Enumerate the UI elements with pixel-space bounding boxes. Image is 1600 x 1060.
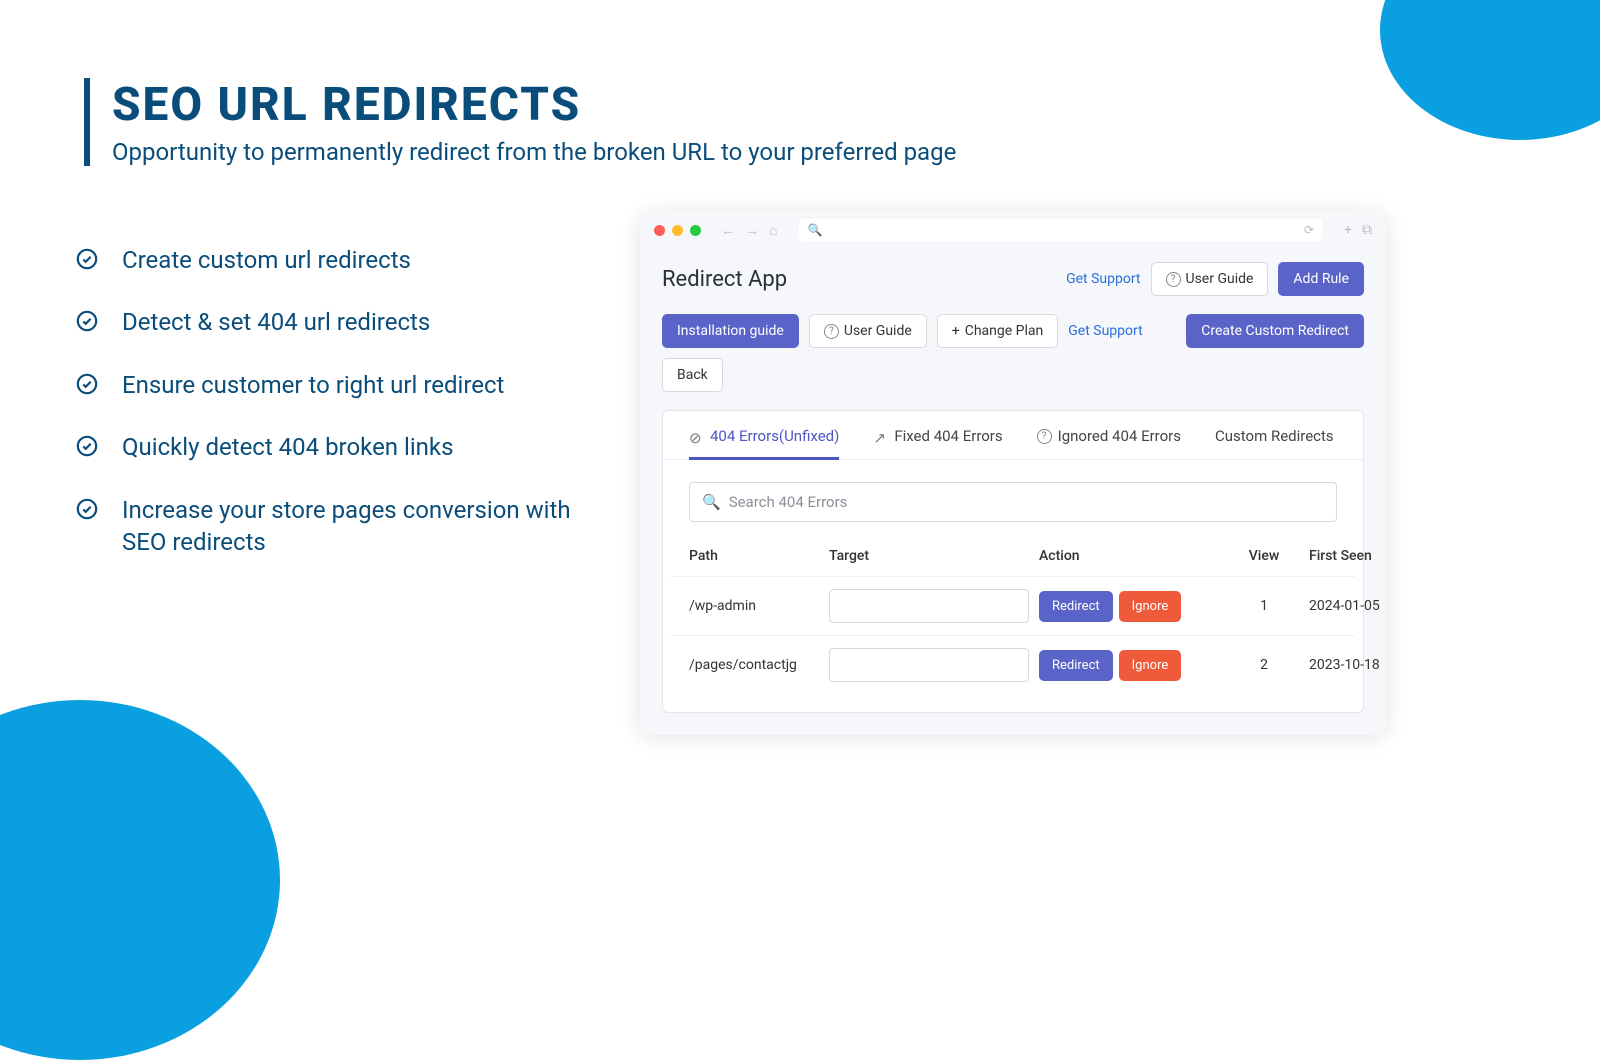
table-row: /pages/contactjg Redirect Ignore 2 2023-… [671,635,1355,694]
back-icon[interactable]: ← [721,222,735,239]
errors-card: ⊘ 404 Errors(Unfixed) ↗ Fixed 404 Errors ?… [662,410,1364,713]
tab-fixed-label: Fixed 404 Errors [894,427,1002,445]
help-icon: ? [1166,272,1181,287]
cell-path: /wp-admin [689,598,819,614]
app-header: Redirect App Get Support ? User Guide Add… [640,248,1386,314]
table-header: Path Target Action View First Seen [671,536,1355,576]
feature-item: Ensure customer to right url redirect [76,369,576,401]
browser-chrome: ← → ⌂ 🔍 ⟳ + ⧉ [640,212,1386,248]
get-support-link-2[interactable]: Get Support [1068,323,1142,339]
url-bar[interactable]: 🔍 ⟳ [799,219,1322,241]
ignore-button[interactable]: Ignore [1119,591,1182,622]
search-icon: 🔍 [702,493,721,511]
feature-item: Increase your store pages conversion wit… [76,494,576,559]
close-dot[interactable] [654,225,665,236]
tab-unfixed[interactable]: ⊘ 404 Errors(Unfixed) [689,427,839,459]
check-icon [76,498,98,520]
nav-controls: ← → ⌂ [721,222,777,239]
add-rule-button[interactable]: Add Rule [1278,262,1364,296]
decorative-blob-top-right [1380,0,1600,140]
col-view: View [1229,548,1299,564]
copy-icon[interactable]: ⧉ [1362,222,1372,238]
link-icon: ↗ [873,429,888,444]
page-title: SEO URL REDIRECTS [112,78,956,132]
feature-list: Create custom url redirects Detect & set… [76,244,576,588]
search-input[interactable]: 🔍 Search 404 Errors [689,482,1337,522]
target-input[interactable] [829,589,1029,623]
feature-item: Create custom url redirects [76,244,576,276]
traffic-lights [654,225,701,236]
add-tab-icon[interactable]: + [1344,222,1352,238]
check-icon [76,248,98,270]
toolbar: Installation guide ? User Guide + Change P… [640,314,1386,410]
tab-fixed[interactable]: ↗ Fixed 404 Errors [873,427,1002,459]
feature-text: Ensure customer to right url redirect [122,369,504,401]
search-icon: 🔍 [807,223,822,237]
redirect-button[interactable]: Redirect [1039,650,1113,681]
feature-text: Increase your store pages conversion wit… [122,494,576,559]
cell-first-seen: 2023-10-18 [1309,657,1386,673]
col-target: Target [829,548,1029,564]
errors-table: Path Target Action View First Seen /wp-a… [671,536,1355,694]
help-icon: ? [824,324,839,339]
cell-path: /pages/contactjg [689,657,819,673]
window-controls: + ⧉ [1344,222,1372,238]
help-icon: ? [1037,429,1052,444]
decorative-blob-bottom-left [0,700,280,1060]
feature-item: Quickly detect 404 broken links [76,431,576,463]
home-icon[interactable]: ⌂ [769,222,777,239]
col-first-seen: First Seen [1309,548,1386,564]
tab-ignored-label: Ignored 404 Errors [1058,427,1181,445]
tabs: ⊘ 404 Errors(Unfixed) ↗ Fixed 404 Errors ?… [663,411,1363,460]
tab-unfixed-label: 404 Errors(Unfixed) [710,427,839,445]
tab-custom-label: Custom Redirects [1215,427,1334,445]
back-button[interactable]: Back [662,358,723,392]
change-plan-label: Change Plan [965,323,1044,339]
check-icon [76,435,98,457]
search-wrap: 🔍 Search 404 Errors [689,482,1337,522]
user-guide-button-2[interactable]: ? User Guide [809,314,927,348]
tab-ignored[interactable]: ? Ignored 404 Errors [1037,427,1181,459]
check-icon [76,310,98,332]
hero-section: SEO URL REDIRECTS Opportunity to permane… [84,78,956,166]
user-guide-button[interactable]: ? User Guide [1151,262,1269,296]
maximize-dot[interactable] [690,225,701,236]
user-guide-label-2: User Guide [844,323,912,339]
app-window: ← → ⌂ 🔍 ⟳ + ⧉ Redirect App Get Support ?… [640,212,1386,735]
table-row: /wp-admin Redirect Ignore 1 2024-01-05 [671,576,1355,635]
col-path: Path [689,548,819,564]
slash-circle-icon: ⊘ [689,429,704,444]
user-guide-label: User Guide [1186,271,1254,287]
redirect-button[interactable]: Redirect [1039,591,1113,622]
header-actions: Get Support ? User Guide Add Rule [1066,262,1364,296]
minimize-dot[interactable] [672,225,683,236]
feature-text: Detect & set 404 url redirects [122,306,430,338]
get-support-link[interactable]: Get Support [1066,271,1140,287]
plus-icon: + [952,323,960,339]
create-custom-redirect-button[interactable]: Create Custom Redirect [1186,314,1364,348]
feature-text: Create custom url redirects [122,244,411,276]
page-subtitle: Opportunity to permanently redirect from… [112,138,956,166]
search-placeholder: Search 404 Errors [729,493,848,511]
feature-text: Quickly detect 404 broken links [122,431,453,463]
forward-icon[interactable]: → [745,222,759,239]
cell-first-seen: 2024-01-05 [1309,598,1386,614]
cell-view: 2 [1229,657,1299,673]
app-title: Redirect App [662,267,787,292]
target-input[interactable] [829,648,1029,682]
cell-view: 1 [1229,598,1299,614]
ignore-button[interactable]: Ignore [1119,650,1182,681]
feature-item: Detect & set 404 url redirects [76,306,576,338]
col-action: Action [1039,548,1219,564]
refresh-icon[interactable]: ⟳ [1304,223,1314,237]
installation-guide-button[interactable]: Installation guide [662,314,799,348]
change-plan-button[interactable]: + Change Plan [937,314,1058,348]
tab-custom[interactable]: Custom Redirects [1215,427,1334,459]
check-icon [76,373,98,395]
